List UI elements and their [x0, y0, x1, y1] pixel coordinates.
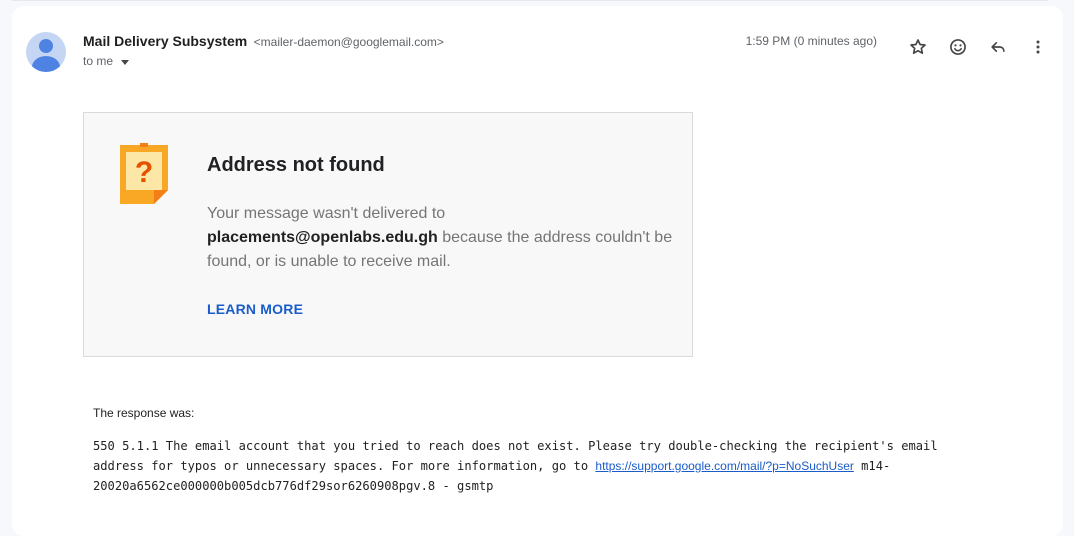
response-line-2-end: m14-: [853, 459, 891, 473]
reply-icon: [991, 42, 1005, 53]
reply-button[interactable]: [983, 32, 1013, 62]
question-note-icon: ?: [120, 143, 168, 204]
more-options-button[interactable]: [1023, 32, 1053, 62]
sender-name[interactable]: Mail Delivery Subsystem: [83, 33, 247, 49]
message-timestamp: 1:59 PM (0 minutes ago): [745, 34, 877, 48]
sender-email: <mailer-daemon@googlemail.com>: [253, 35, 444, 49]
smtp-response: 550 5.1.1 The email account that you tri…: [93, 436, 993, 496]
response-line-3: 20020a6562ce000000b005dcb776df29sor62609…: [93, 479, 494, 493]
bounce-notice: ? Address not found Your message wasn't …: [83, 112, 693, 357]
response-line-2: address for typos or unnecessary spaces.…: [93, 459, 596, 473]
bounce-text-before: Your message wasn't delivered to: [207, 205, 446, 222]
person-icon: [39, 39, 53, 53]
svg-text:?: ?: [135, 156, 153, 189]
bounce-title: Address not found: [207, 154, 385, 176]
to-me-label: to me: [83, 54, 114, 68]
response-line-1: 550 5.1.1 The email account that you tri…: [93, 439, 938, 453]
sender-line: Mail Delivery Subsystem <mailer-daemon@g…: [83, 33, 444, 51]
chevron-down-icon: [121, 59, 130, 65]
bounce-message: Your message wasn't delivered to placeme…: [207, 202, 677, 274]
star-button[interactable]: [903, 32, 933, 62]
star-icon: [910, 39, 926, 55]
add-reaction-button[interactable]: [943, 32, 973, 62]
emoji-icon: [950, 39, 966, 55]
learn-more-link[interactable]: LEARN MORE: [207, 301, 303, 317]
more-vert-icon: [1036, 40, 1040, 54]
response-label: The response was:: [93, 406, 195, 420]
recipient-details-toggle[interactable]: to me: [83, 54, 130, 68]
sender-avatar[interactable]: [26, 32, 66, 72]
bounced-address: placements@openlabs.edu.gh: [207, 229, 438, 246]
top-divider: [12, 0, 1048, 1]
message-card: Mail Delivery Subsystem <mailer-daemon@g…: [12, 6, 1063, 536]
support-link[interactable]: https://support.google.com/mail/?p=NoSuc…: [595, 459, 853, 473]
